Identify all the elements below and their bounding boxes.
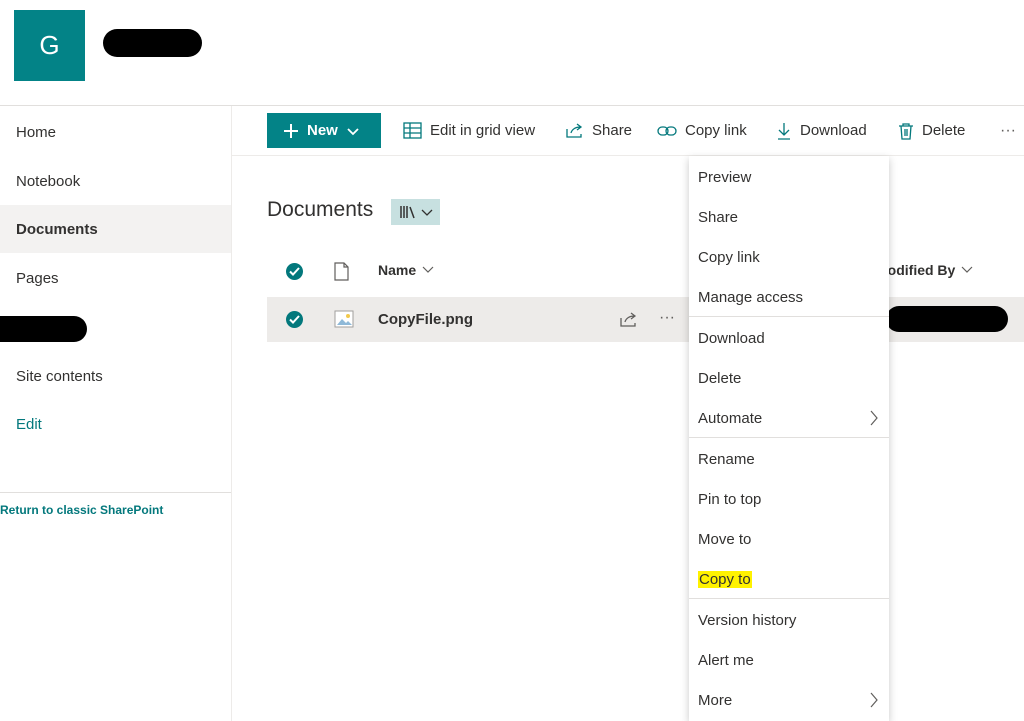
checkmark-icon	[289, 267, 300, 276]
menu-item-share[interactable]: Share	[689, 197, 889, 237]
new-button-label: New	[307, 122, 338, 139]
menu-item-copy-to-label: Copy to	[698, 570, 752, 588]
download-label: Download	[800, 122, 867, 139]
new-button[interactable]: New	[267, 113, 381, 148]
nav-item-pages[interactable]: Pages	[0, 254, 231, 302]
chevron-right-icon	[870, 410, 878, 426]
menu-item-more-label: More	[698, 691, 733, 709]
command-bar-divider	[232, 155, 1024, 156]
share-label: Share	[592, 122, 633, 139]
nav-item-notebook[interactable]: Notebook	[0, 157, 231, 205]
menu-item-version-history[interactable]: Version history	[689, 600, 889, 640]
row-checkbox[interactable]	[286, 311, 303, 328]
chevron-right-icon	[870, 692, 878, 708]
menu-item-pin-to-top[interactable]: Pin to top	[689, 479, 889, 519]
menu-divider	[689, 437, 889, 438]
delete-button[interactable]: Delete	[898, 113, 965, 148]
chevron-down-icon	[961, 266, 973, 273]
edit-grid-view-button[interactable]: Edit in grid view	[403, 113, 535, 148]
view-options-button[interactable]	[391, 199, 440, 225]
image-file-icon	[334, 309, 354, 334]
site-logo[interactable]: G	[14, 10, 85, 81]
context-menu: Preview Share Copy link Manage access Do…	[689, 156, 889, 721]
menu-item-automate[interactable]: Automate	[689, 398, 889, 438]
file-name-link[interactable]: CopyFile.png	[378, 311, 473, 328]
download-button[interactable]: Download	[776, 113, 867, 148]
edit-grid-view-label: Edit in grid view	[430, 122, 536, 139]
row-more-button[interactable]: ···	[659, 309, 675, 327]
copy-link-label: Copy link	[685, 122, 747, 139]
menu-divider	[689, 316, 889, 317]
menu-item-alert-me[interactable]: Alert me	[689, 640, 889, 680]
page-title: Documents	[267, 198, 374, 221]
nav-item-documents[interactable]: Documents	[0, 205, 231, 253]
nav-item-home[interactable]: Home	[0, 108, 231, 156]
menu-divider	[689, 598, 889, 599]
file-type-header-icon[interactable]	[334, 262, 349, 286]
more-commands-button[interactable]: ···	[1000, 113, 1016, 148]
download-icon	[778, 122, 790, 140]
share-icon	[566, 123, 583, 138]
chevron-down-icon	[421, 209, 432, 216]
plus-icon	[284, 123, 298, 138]
menu-item-download[interactable]: Download	[689, 318, 889, 358]
trash-icon	[899, 122, 913, 140]
nav-item-edit[interactable]: Edit	[0, 400, 231, 448]
checkmark-icon	[289, 315, 300, 324]
menu-item-automate-label: Automate	[698, 409, 763, 427]
grid-icon	[403, 122, 422, 139]
menu-item-copy-to[interactable]: Copy to	[689, 559, 889, 599]
menu-item-copy-link[interactable]: Copy link	[689, 237, 889, 277]
header-divider	[0, 105, 1024, 106]
column-header-name[interactable]: Name	[378, 262, 434, 278]
nav-item-site-contents[interactable]: Site contents	[0, 352, 231, 400]
chevron-down-icon	[422, 266, 434, 273]
redacted-modified-by	[886, 306, 1008, 332]
menu-item-more[interactable]: More	[689, 680, 889, 720]
return-classic-link[interactable]: Return to classic SharePoint	[0, 503, 163, 517]
select-all-checkbox[interactable]	[286, 263, 303, 280]
column-header-name-label: Name	[378, 262, 417, 278]
library-icon	[399, 206, 415, 219]
row-share-icon[interactable]	[619, 311, 638, 333]
link-icon	[657, 125, 677, 136]
menu-item-move-to[interactable]: Move to	[689, 519, 889, 559]
menu-item-preview[interactable]: Preview	[689, 157, 889, 197]
delete-label: Delete	[922, 122, 966, 139]
redacted-site-name	[103, 29, 202, 57]
share-button[interactable]: Share	[565, 113, 632, 148]
menu-item-delete[interactable]: Delete	[689, 358, 889, 398]
redacted-nav-item	[0, 316, 87, 342]
menu-item-rename[interactable]: Rename	[689, 439, 889, 479]
menu-item-manage-access[interactable]: Manage access	[689, 277, 889, 317]
nav-divider	[0, 492, 231, 493]
nav-border	[231, 106, 232, 721]
copy-link-button[interactable]: Copy link	[657, 113, 747, 148]
column-header-modified-by[interactable]: Modified By	[876, 262, 973, 278]
chevron-down-icon	[347, 127, 359, 135]
